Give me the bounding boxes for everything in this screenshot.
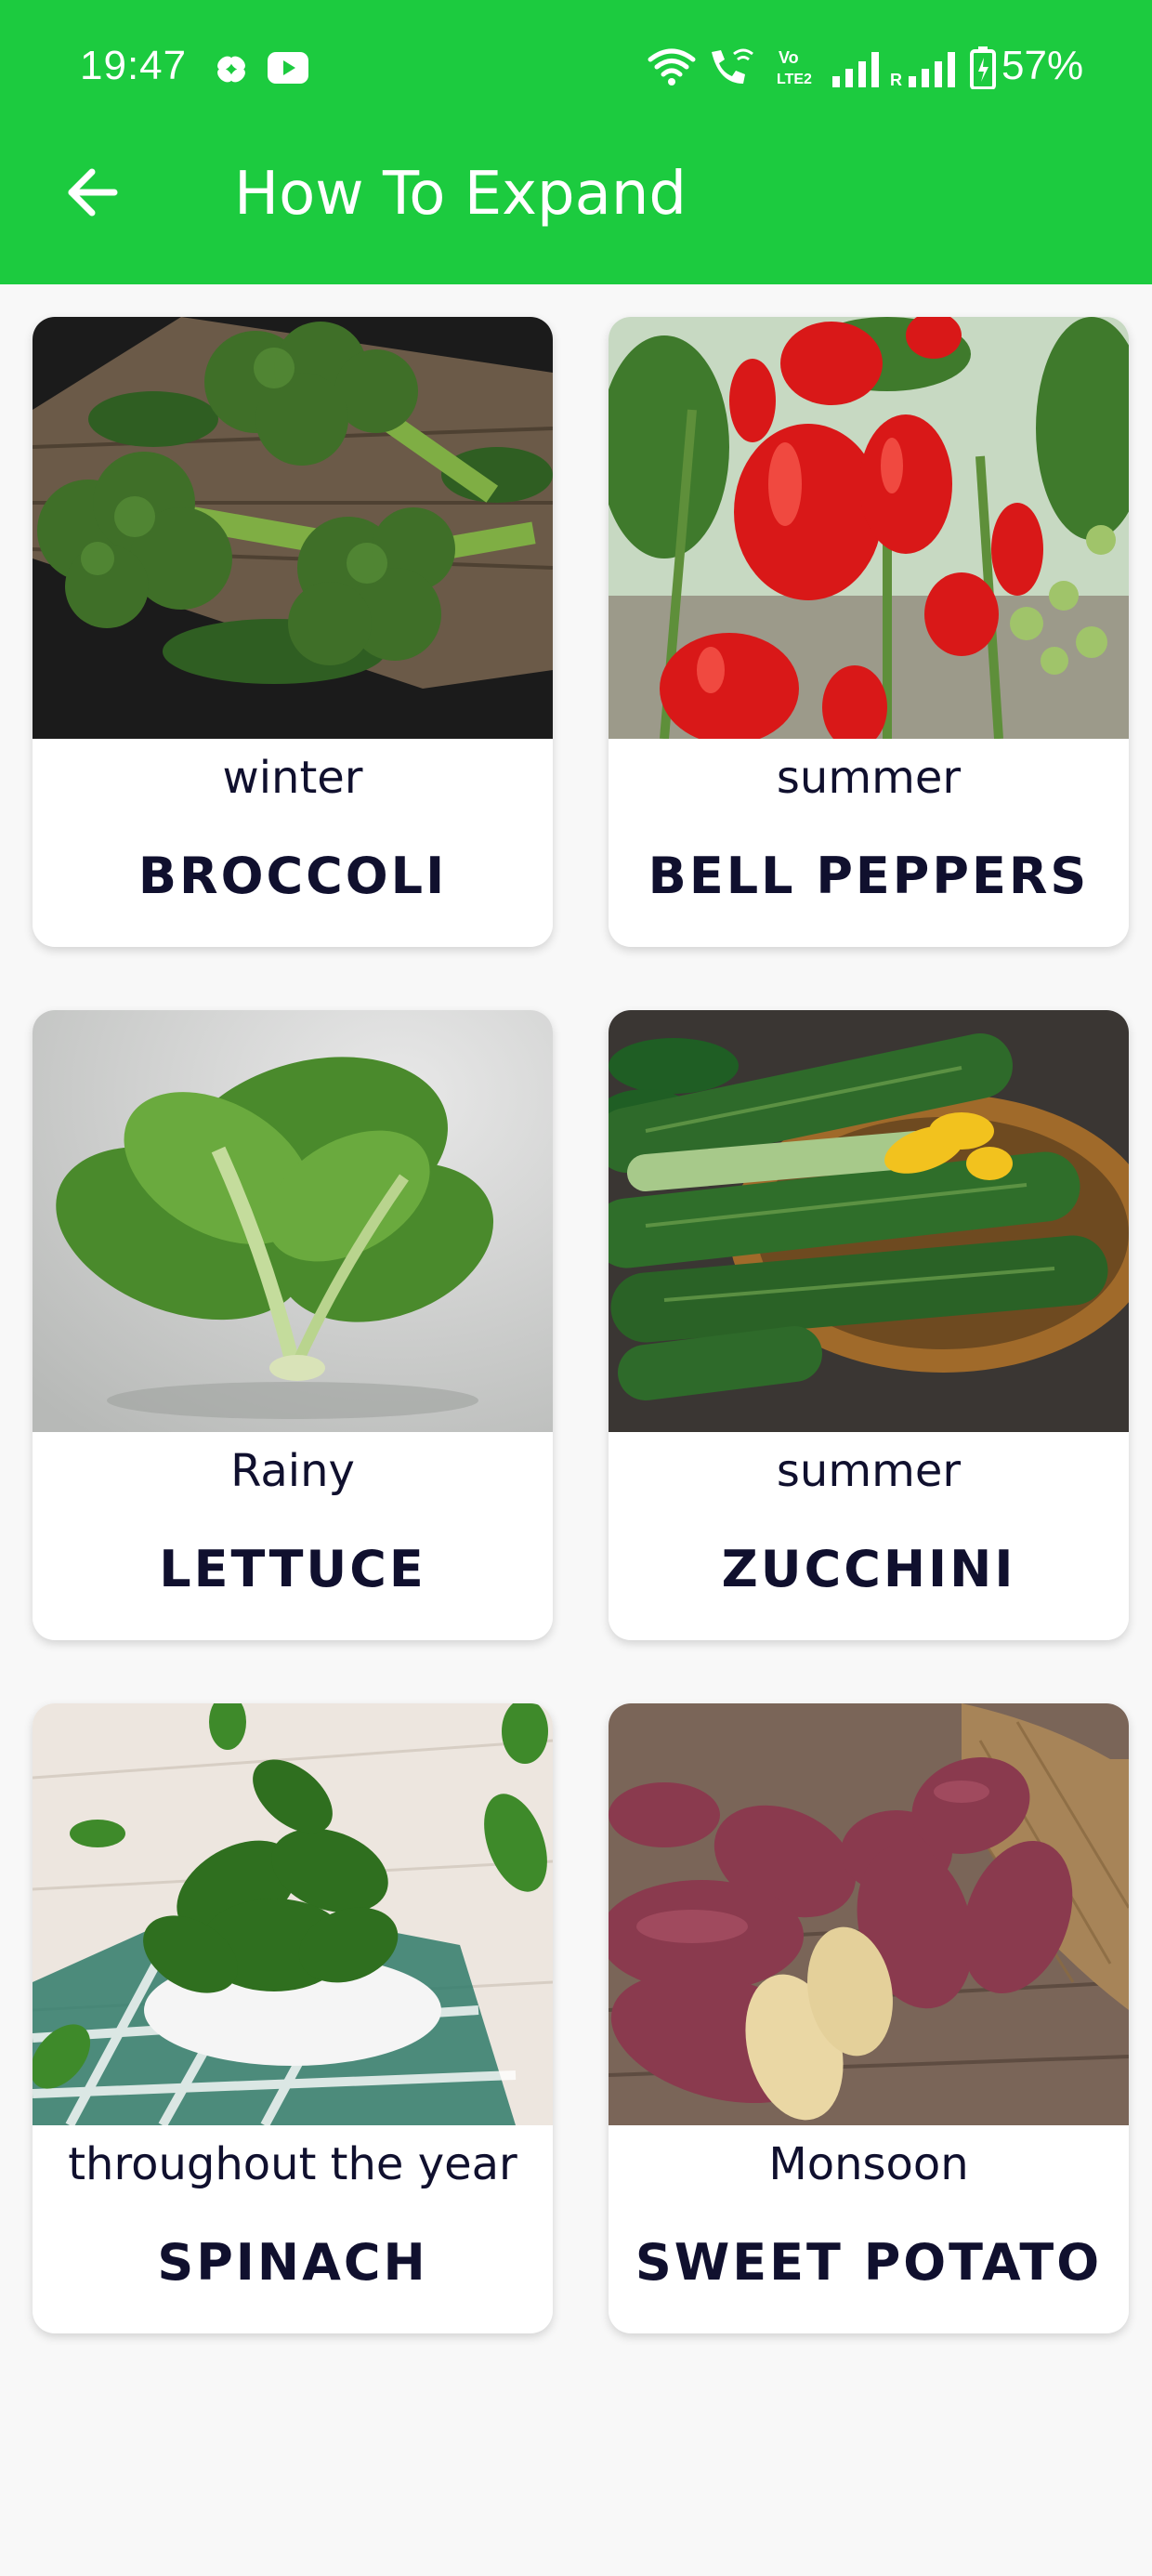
- broccoli-image: [33, 317, 553, 739]
- spinach-image: [33, 1703, 553, 2125]
- vegetable-card-spinach[interactable]: throughout the year SPINACH: [33, 1703, 553, 2333]
- youtube-icon: [268, 52, 308, 88]
- battery-percent: 57%: [1001, 43, 1084, 88]
- bell-peppers-image: [609, 317, 1129, 739]
- status-bar: 19:47 Vo LTE2 R 57%: [0, 0, 1152, 139]
- vegetable-name: BELL PEPPERS: [648, 847, 1090, 905]
- zucchini-image: [609, 1010, 1129, 1432]
- vegetable-card-sweet-potato[interactable]: Monsoon SWEET POTATO: [609, 1703, 1129, 2333]
- vegetable-card-zucchini[interactable]: summer ZUCCHINI: [609, 1010, 1129, 1640]
- page-title: How To Expand: [234, 160, 687, 229]
- app-header: 19:47 Vo LTE2 R 57% How To Expand: [0, 0, 1152, 284]
- arrow-left-icon: [68, 168, 118, 217]
- svg-text:LTE2: LTE2: [777, 72, 812, 87]
- signal-icon: [832, 52, 881, 92]
- status-time: 19:47: [80, 43, 188, 88]
- roaming-signal-icon: R: [890, 52, 959, 92]
- wifi-icon: [647, 46, 697, 92]
- back-button[interactable]: [58, 158, 126, 227]
- season-label: throughout the year: [68, 2138, 517, 2190]
- season-label: summer: [776, 752, 962, 804]
- season-label: winter: [222, 752, 363, 804]
- season-label: Monsoon: [768, 2138, 969, 2190]
- wifi-call-icon: [706, 46, 758, 92]
- vegetable-name: SWEET POTATO: [635, 2233, 1103, 2292]
- sweet-potato-image: [609, 1703, 1129, 2125]
- season-label: summer: [776, 1445, 962, 1497]
- lettuce-image: [33, 1010, 553, 1432]
- svg-text:R: R: [890, 71, 902, 87]
- volte-icon: Vo LTE2: [775, 46, 816, 90]
- vegetable-name: BROCCOLI: [137, 847, 448, 905]
- season-label: Rainy: [230, 1445, 355, 1497]
- vegetable-card-lettuce[interactable]: Rainy LETTUCE: [33, 1010, 553, 1640]
- battery-icon: [970, 46, 996, 94]
- vegetable-card-bell-peppers[interactable]: summer BELL PEPPERS: [609, 317, 1129, 947]
- vegetable-card-broccoli[interactable]: winter BROCCOLI: [33, 317, 553, 947]
- vegetable-name: LETTUCE: [159, 1540, 426, 1598]
- svg-text:Vo: Vo: [779, 48, 799, 67]
- vegetable-name: ZUCCHINI: [721, 1540, 1016, 1598]
- pinwheel-icon: [212, 50, 251, 92]
- vegetable-name: SPINACH: [157, 2233, 428, 2292]
